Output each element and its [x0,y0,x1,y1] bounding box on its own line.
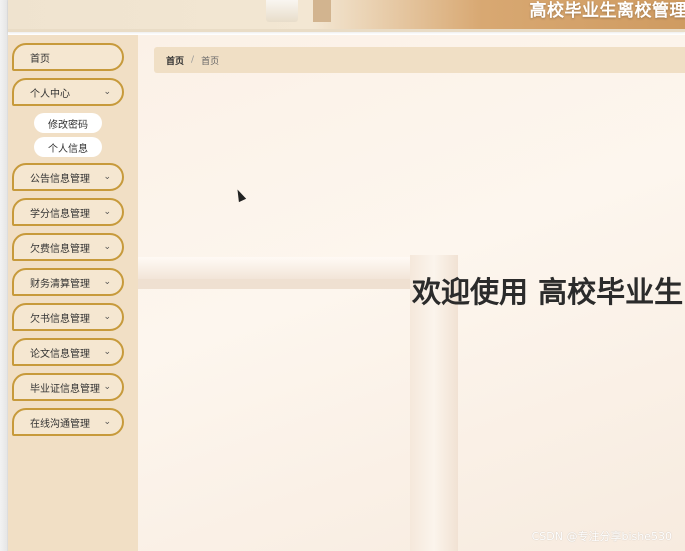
sidebar-item-label: 欠书信息管理 [30,313,90,325]
main-content: 首页 / 首页 欢迎使用 高校毕业生 [138,35,685,551]
sidebar-item-thesis[interactable]: 论文信息管理 ⌄ [12,338,124,366]
sidebar: 首页 个人中心 ⌄ 修改密码 个人信息 公告信息管理 ⌄ 学分信息管理 ⌄ 欠费… [8,35,138,551]
watermark: CSDN @专注分享bishe530 [531,530,672,543]
welcome-heading: 欢迎使用 高校毕业生 [412,275,684,309]
sidebar-item-label: 论文信息管理 [30,348,90,360]
sidebar-item-label: 欠费信息管理 [30,243,90,255]
header-decoration [313,0,331,22]
sidebar-item-arrears[interactable]: 欠费信息管理 ⌄ [12,233,124,261]
breadcrumb: 首页 / 首页 [154,47,685,73]
background-decoration [138,279,428,289]
sidebar-item-label: 首页 [30,53,50,65]
sidebar-item-diploma[interactable]: 毕业证信息管理 ⌄ [12,373,124,401]
sidebar-item-label: 财务清算管理 [30,278,90,290]
personal-center-submenu: 修改密码 个人信息 [8,113,138,157]
breadcrumb-current: 首页 [201,56,220,67]
sidebar-item-credits[interactable]: 学分信息管理 ⌄ [12,198,124,226]
sidebar-item-finance[interactable]: 财务清算管理 ⌄ [12,268,124,296]
sidebar-item-label: 公告信息管理 [30,173,90,185]
chevron-down-icon: ⌄ [103,312,111,322]
breadcrumb-separator: / [191,55,195,65]
sidebar-item-label: 个人中心 [30,88,70,100]
sidebar-item-owed-books[interactable]: 欠书信息管理 ⌄ [12,303,124,331]
chevron-down-icon: ⌄ [103,382,111,392]
submenu-item-personal-info[interactable]: 个人信息 [34,137,102,157]
chevron-down-icon: ⌄ [103,172,111,182]
sidebar-item-home[interactable]: 首页 [12,43,124,71]
submenu-item-change-password[interactable]: 修改密码 [34,113,102,133]
sidebar-item-label: 学分信息管理 [30,208,90,220]
chevron-down-icon: ⌄ [103,417,111,427]
chevron-down-icon: ⌄ [103,277,111,287]
chevron-down-icon: ⌄ [103,87,111,97]
chevron-down-icon: ⌄ [103,347,111,357]
header-decoration [266,0,298,22]
chevron-down-icon: ⌄ [103,207,111,217]
sidebar-item-label: 在线沟通管理 [30,418,90,430]
sidebar-item-label: 毕业证信息管理 [30,383,100,395]
sidebar-item-announcement[interactable]: 公告信息管理 ⌄ [12,163,124,191]
sidebar-item-personal-center[interactable]: 个人中心 ⌄ [12,78,124,106]
top-header: 高校毕业生离校管理 [8,0,685,32]
sidebar-item-online-chat[interactable]: 在线沟通管理 ⌄ [12,408,124,436]
site-title: 高校毕业生离校管理 [529,1,685,21]
breadcrumb-home-link[interactable]: 首页 [166,54,184,67]
chevron-down-icon: ⌄ [103,242,111,252]
left-edge-strip [0,0,8,551]
